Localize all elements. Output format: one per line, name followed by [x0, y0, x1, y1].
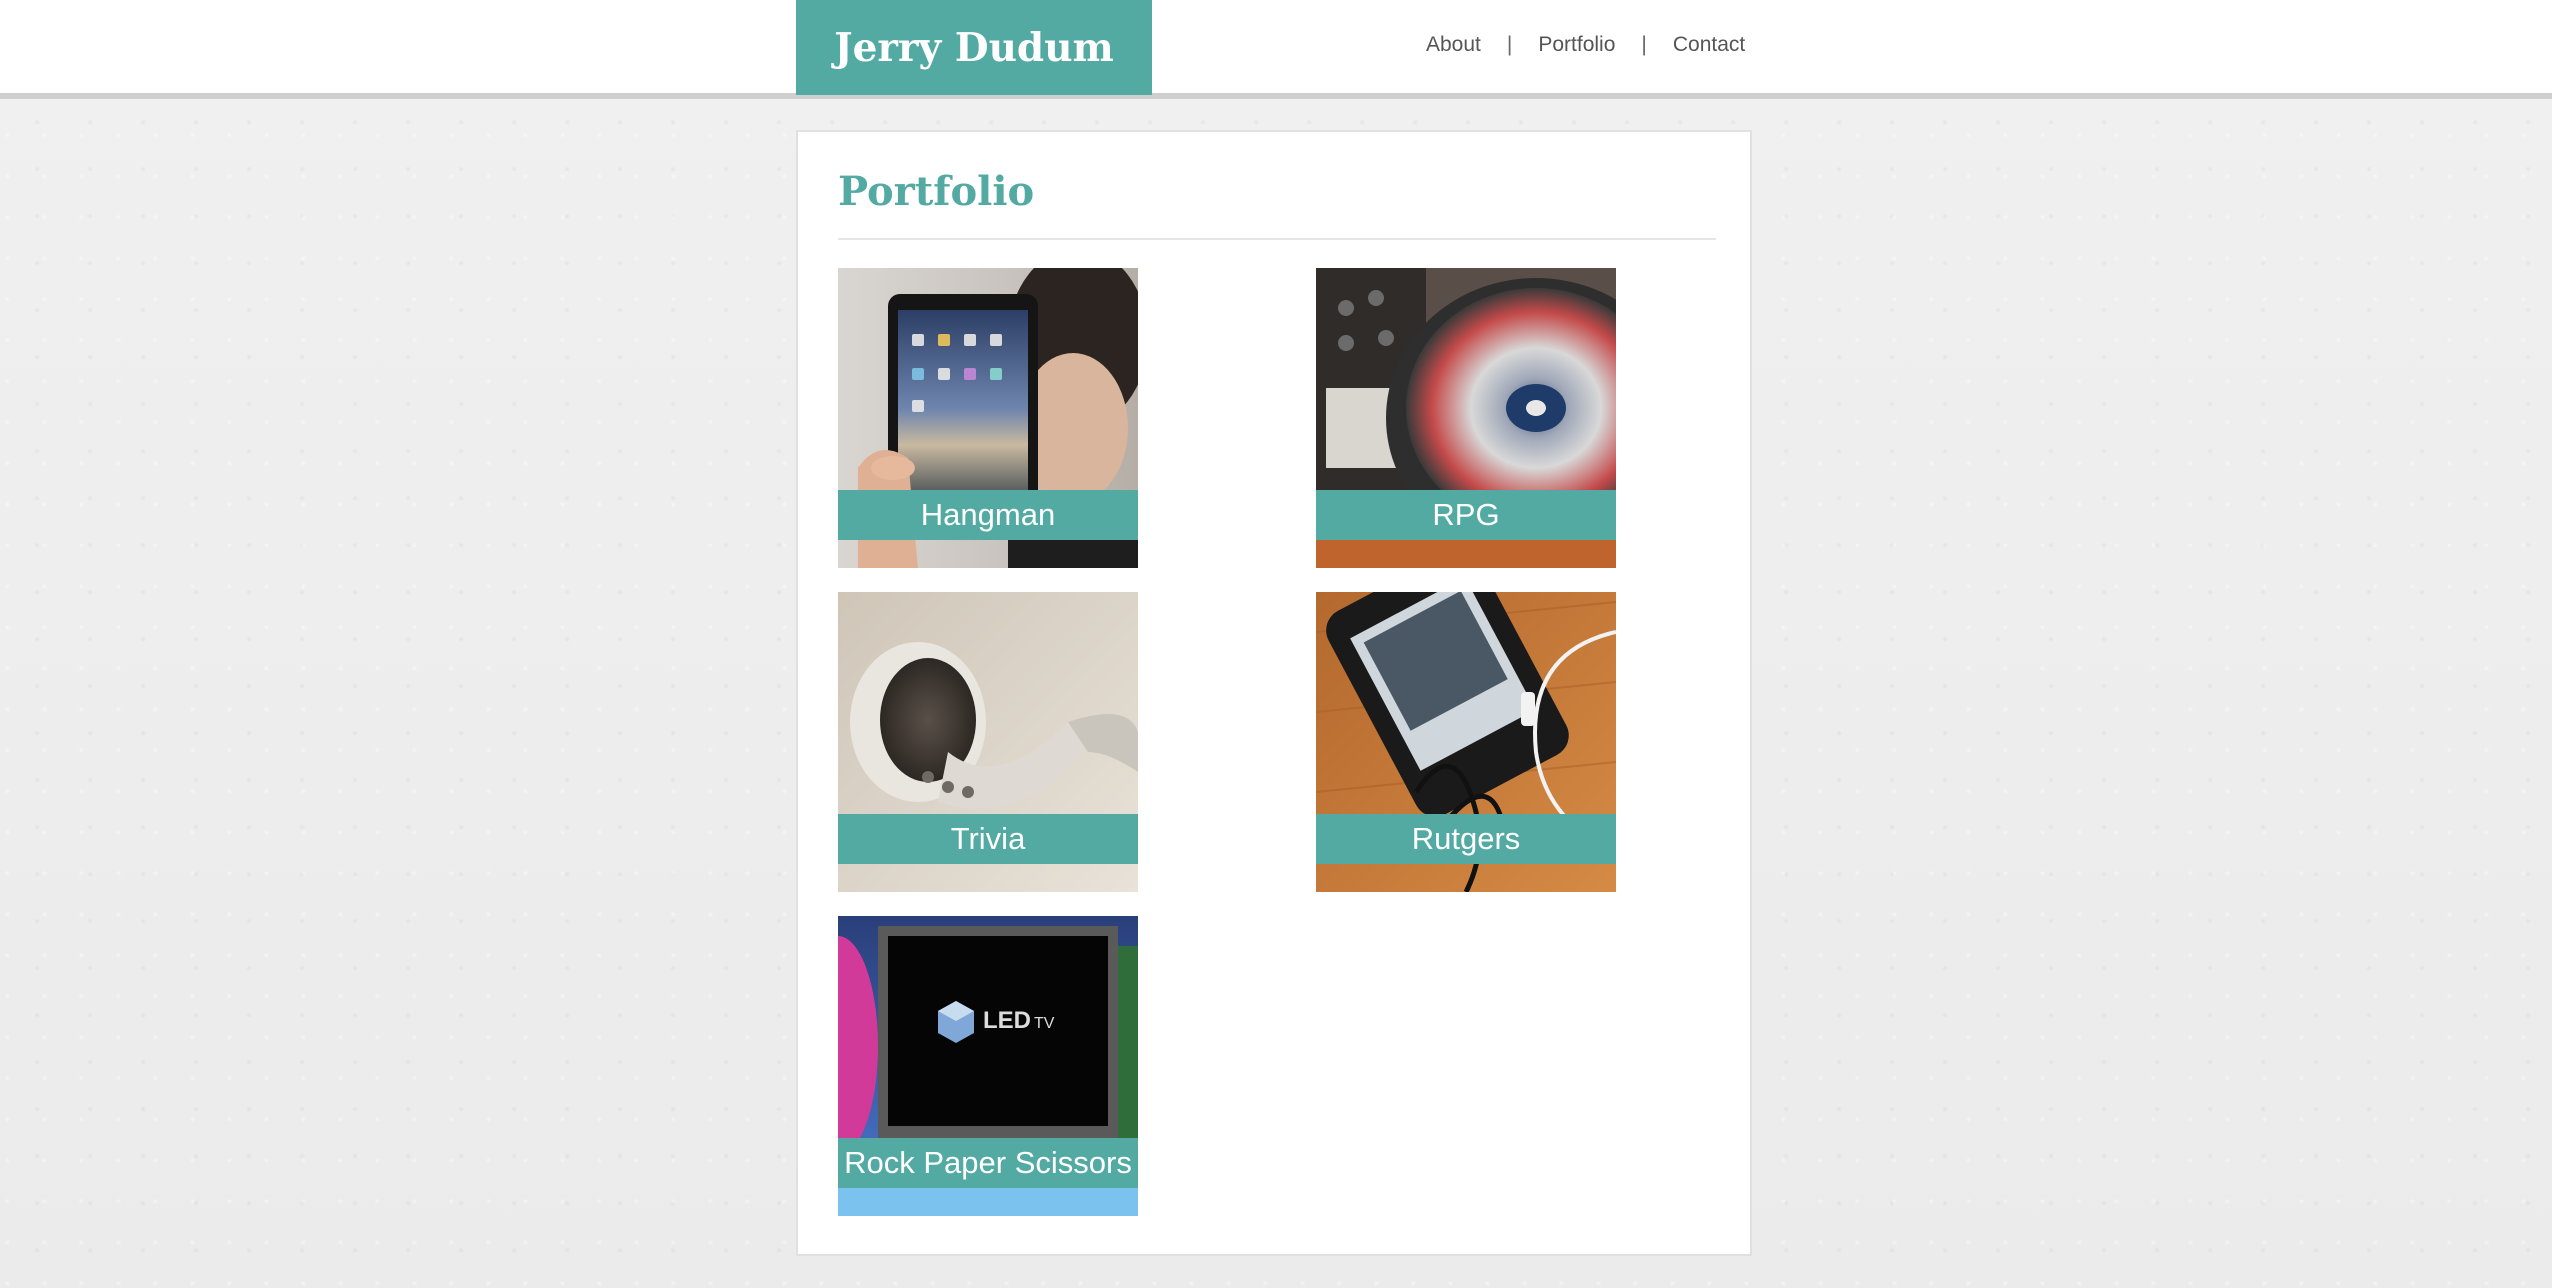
nav-link-about[interactable]: About [1426, 33, 1481, 57]
site-header: Jerry Dudum About | Portfolio | Contact [0, 0, 2552, 99]
nav-link-contact[interactable]: Contact [1673, 33, 1745, 57]
main-nav: About | Portfolio | Contact [1426, 28, 1745, 62]
logo-text: Jerry Dudum [834, 24, 1114, 71]
nav-separator: | [1641, 33, 1647, 56]
svg-text:TV: TV [1034, 1015, 1055, 1032]
title-divider [838, 238, 1716, 240]
svg-text:LED: LED [983, 1007, 1031, 1034]
project-tile-rock-paper-scissors[interactable]: LED TV Rock Paper Scissors [838, 916, 1138, 1216]
project-tile-rutgers[interactable]: Rutgers [1316, 592, 1616, 892]
project-tile-hangman[interactable]: Hangman [838, 268, 1138, 568]
project-caption: Hangman [838, 490, 1138, 540]
nav-separator: | [1506, 33, 1513, 56]
project-tile-rpg[interactable]: RPG [1316, 268, 1616, 568]
project-tile-trivia[interactable]: Trivia [838, 592, 1138, 892]
project-caption: Rock Paper Scissors [838, 1138, 1138, 1188]
page-title: Portfolio [838, 168, 1035, 215]
nav-link-portfolio[interactable]: Portfolio [1538, 33, 1615, 57]
portfolio-panel: Portfolio Hangman RPG Trivia Rutgers LED… [796, 130, 1752, 1256]
project-caption: RPG [1316, 490, 1616, 540]
project-caption: Trivia [838, 814, 1138, 864]
project-caption: Rutgers [1316, 814, 1616, 864]
site-logo[interactable]: Jerry Dudum [796, 0, 1152, 95]
